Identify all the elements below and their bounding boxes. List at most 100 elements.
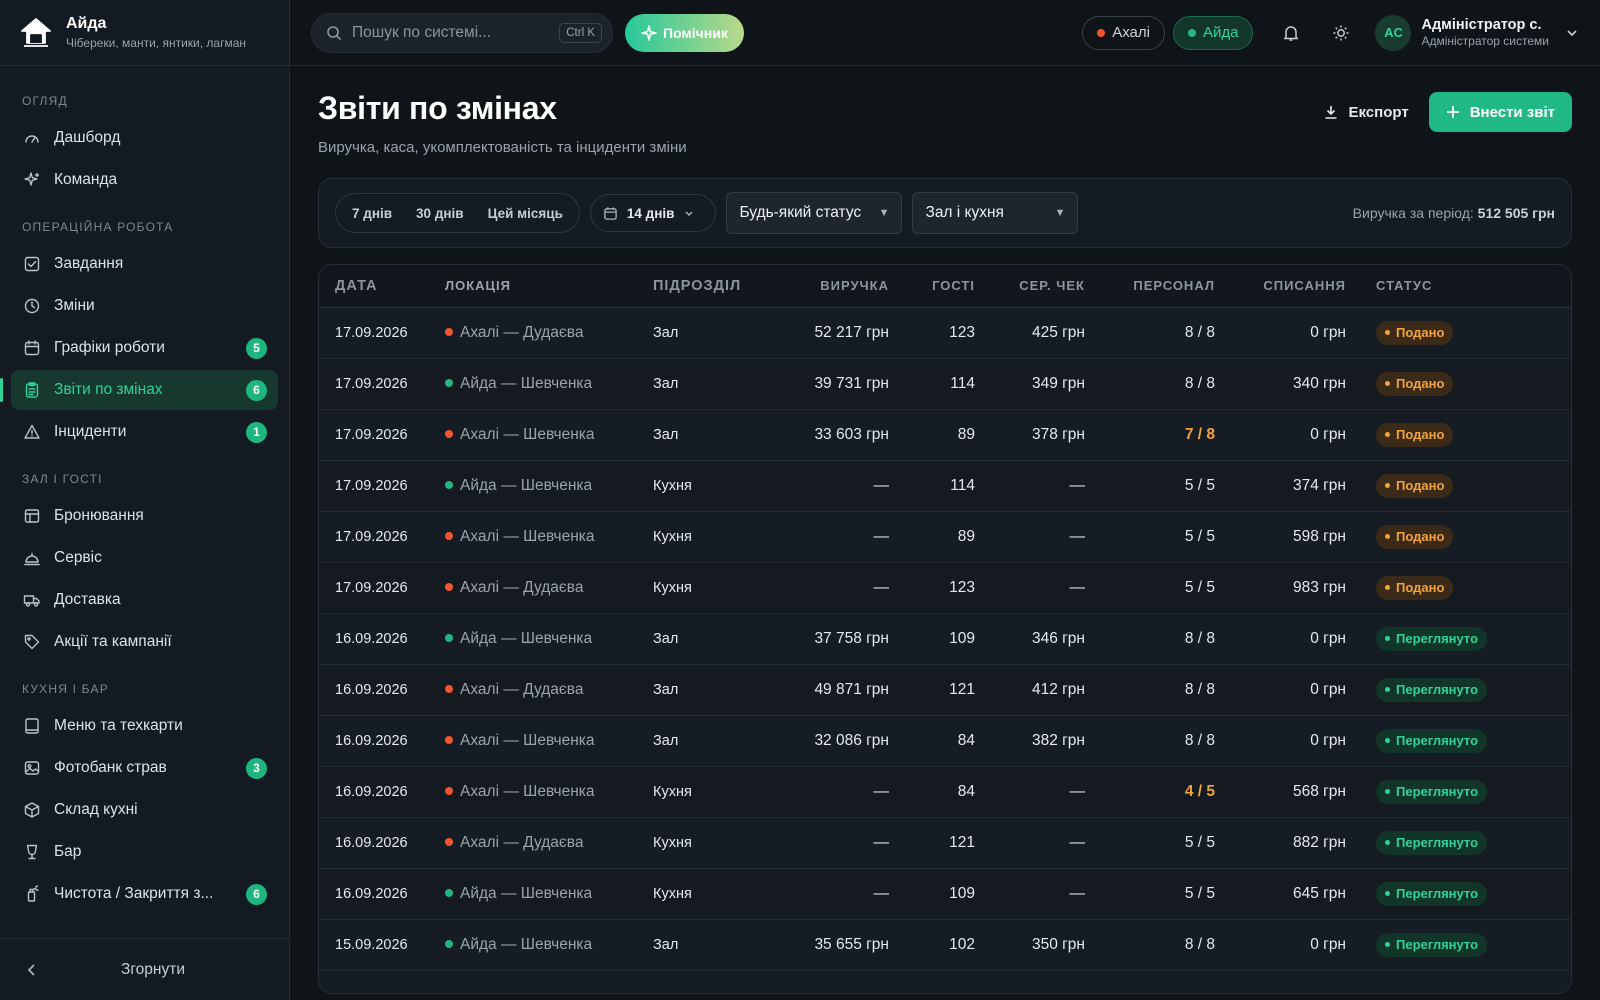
range-this-month[interactable]: Цей місяць [476, 206, 575, 221]
status-badge: Подано [1376, 371, 1454, 396]
theme-toggle[interactable] [1321, 13, 1361, 53]
date-range-picker[interactable]: 14 днів [589, 194, 717, 232]
count-badge: 1 [246, 421, 267, 443]
sidebar-item[interactable]: Фотобанк страв 3 [11, 748, 278, 788]
col-department[interactable]: ПІДРОЗДІЛ [653, 265, 763, 308]
sidebar-item-label: Бар [54, 843, 82, 860]
table-row[interactable]: 16.09.2026 Ахалі — Дудаєва Кухня — 121 —… [319, 817, 1571, 869]
sidebar-item[interactable]: Бар [11, 832, 278, 872]
table-row[interactable]: 16.09.2026 Ахалі — Шевченка Кухня — 84 —… [319, 766, 1571, 818]
location-dot [445, 480, 453, 489]
col-date[interactable]: ДАТА [319, 265, 445, 308]
collapse-button[interactable]: Згорнути [0, 938, 290, 1000]
page-subtitle: Виручка, каса, укомплектованість та інци… [318, 139, 687, 156]
caret-down-icon: ▼ [1054, 207, 1066, 219]
brand[interactable]: Айда Чібереки, манти, янтики, лагман [0, 0, 289, 66]
col-revenue[interactable]: ВИРУЧКА [763, 265, 889, 308]
status-label: Подано [1396, 376, 1445, 391]
topbar: Пошук по системі... Ctrl K Помічник Ахал… [290, 0, 1600, 66]
table-row[interactable]: 16.09.2026 Айда — Шевченка Кухня — 109 —… [319, 868, 1571, 920]
table-row[interactable]: 17.09.2026 Айда — Шевченка Кухня — 114 —… [319, 460, 1571, 512]
range-30-days[interactable]: 30 днів [404, 206, 476, 221]
status-label: Переглянуто [1396, 733, 1479, 748]
cell-avg-check: — [975, 562, 1085, 614]
book-icon [22, 716, 42, 736]
table-row[interactable]: 16.09.2026 Ахалі — Дудаєва Зал 49 871 гр… [319, 664, 1571, 716]
col-guests[interactable]: ГОСТІ [889, 265, 975, 308]
sidebar-item[interactable]: Акції та кампанії [11, 622, 278, 662]
cell-location: Айда — Шевченка [445, 460, 653, 512]
user-menu[interactable]: AC Адміністратор с. Адміністратор систем… [1375, 14, 1579, 51]
sidebar-item[interactable]: Дашборд [11, 118, 278, 158]
table-row[interactable]: 17.09.2026 Ахалі — Дудаєва Зал 52 217 гр… [319, 307, 1571, 359]
table-row[interactable]: 17.09.2026 Ахалі — Шевченка Зал 33 603 г… [319, 409, 1571, 461]
col-location[interactable]: ЛОКАЦІЯ [445, 265, 653, 308]
table-row[interactable]: 16.09.2026 Ахалі — Шевченка Зал 32 086 г… [319, 715, 1571, 767]
sidebar-item-label: Доставка [54, 591, 121, 608]
sidebar-item[interactable]: Завдання [11, 244, 278, 284]
cell-status: Подано [1346, 409, 1571, 461]
brand-name: Айда [66, 15, 107, 32]
sidebar-item[interactable]: Склад кухні [11, 790, 278, 830]
bell-icon [1284, 25, 1299, 41]
sidebar-item[interactable]: Зміни [11, 286, 278, 326]
cell-date: 17.09.2026 [319, 307, 445, 359]
topbar-right: Ахалі Айда AC Адміністратор с. Адміністр… [1082, 13, 1579, 53]
sidebar-item[interactable]: Меню та техкарти [11, 706, 278, 746]
cell-avg-check: 346 грн [975, 613, 1085, 665]
notifications-button[interactable] [1271, 13, 1311, 53]
table-row[interactable]: 17.09.2026 Айда — Шевченка Зал 39 731 гр… [319, 358, 1571, 410]
status-label: Подано [1396, 427, 1445, 442]
export-button[interactable]: Експорт [1303, 92, 1428, 132]
location-dot [445, 888, 453, 897]
user-role: Адміністратор системи [1421, 34, 1549, 48]
sidebar-item-label: Команда [54, 171, 118, 188]
search-input[interactable]: Пошук по системі... Ctrl K [311, 12, 613, 53]
status-select[interactable]: Будь-який статус ▼ [726, 192, 903, 234]
cell-writeoff: 568 грн [1215, 766, 1346, 818]
location-dot [445, 786, 453, 795]
range-7-days[interactable]: 7 днів [340, 206, 404, 221]
sidebar-item[interactable]: Сервіс [11, 538, 278, 578]
table-row[interactable]: 16.09.2026 Айда — Шевченка Зал 37 758 гр… [319, 613, 1571, 665]
cell-department: Кухня [653, 460, 763, 512]
location-pill-aida[interactable]: Айда [1172, 15, 1254, 50]
checkbox-icon [22, 254, 42, 274]
location-dot [445, 633, 453, 642]
cell-status: Подано [1346, 307, 1571, 359]
col-status[interactable]: СТАТУС [1346, 265, 1571, 308]
add-report-button[interactable]: Внести звіт [1428, 92, 1572, 132]
sidebar-item[interactable]: Інциденти 1 [11, 412, 278, 452]
sparkle-icon [22, 170, 42, 190]
col-avg-check[interactable]: СЕР. ЧЕК [975, 265, 1085, 308]
sidebar-item[interactable]: Команда [11, 160, 278, 200]
sidebar-item-label: Завдання [54, 255, 124, 272]
sidebar-item[interactable]: Графіки роботи 5 [11, 328, 278, 368]
status-badge: Переглянуто [1376, 626, 1488, 651]
status-badge: Подано [1376, 320, 1454, 345]
status-dot [1385, 687, 1390, 692]
table-row[interactable]: 17.09.2026 Ахалі — Шевченка Кухня — 89 —… [319, 511, 1571, 563]
cell-staff: 5 / 5 [1085, 817, 1215, 869]
location-dot [1097, 28, 1106, 37]
location-pill-akhali[interactable]: Ахалі [1082, 15, 1165, 50]
col-writeoff[interactable]: СПИСАННЯ [1215, 265, 1346, 308]
sidebar-item[interactable]: Чистота / Закриття з... 6 [11, 874, 278, 914]
status-label: Переглянуто [1396, 631, 1479, 646]
date-range-value: 14 днів [626, 205, 675, 221]
cell-writeoff: 645 грн [1215, 868, 1346, 920]
cell-department: Кухня [653, 511, 763, 563]
cell-writeoff: 0 грн [1215, 409, 1346, 461]
table-row[interactable]: 15.09.2026 Айда — Шевченка Зал 35 655 гр… [319, 919, 1571, 971]
sidebar-item[interactable]: Доставка [11, 580, 278, 620]
department-select[interactable]: Зал і кухня ▼ [912, 192, 1079, 234]
sidebar-item[interactable]: Бронювання [11, 496, 278, 536]
cell-staff: 5 / 5 [1085, 511, 1215, 563]
assistant-button[interactable]: Помічник [625, 13, 744, 52]
sidebar-item[interactable]: Звіти по змінах 6 [0, 370, 278, 410]
cell-revenue: 35 655 грн [763, 919, 889, 971]
table-row[interactable]: 17.09.2026 Ахалі — Дудаєва Кухня — 123 —… [319, 562, 1571, 614]
cell-avg-check: 378 грн [975, 409, 1085, 461]
col-staff[interactable]: ПЕРСОНАЛ [1085, 265, 1215, 308]
cell-status: Подано [1346, 358, 1571, 410]
